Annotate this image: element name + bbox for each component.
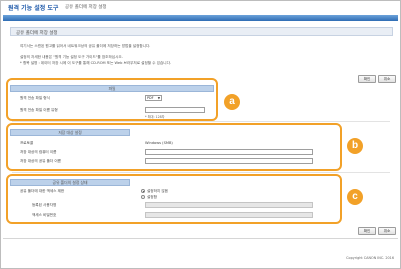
badge-a: a <box>224 94 240 110</box>
chevron-down-icon: ▼ <box>157 96 160 100</box>
app-window: 원격 기능 설정 도구 공유 폴더에 저장 설정 공유 폴더에 저장 설정 여기… <box>0 0 401 269</box>
title-bar <box>3 15 398 21</box>
section-title: 공유 폴더에 저장 설정 <box>16 30 58 36</box>
destination-settings-header: 저장 대상 설정 <box>10 129 130 136</box>
divider <box>12 172 390 173</box>
file-name-label: 원격 전송 파일 이름 유형 <box>20 108 58 112</box>
access-password-input[interactable] <box>145 212 313 218</box>
badge-c: c <box>347 189 363 205</box>
file-type-value: PDF <box>147 96 154 100</box>
footer-divider <box>3 238 398 239</box>
cancel-button-bottom[interactable]: 취소 <box>378 227 396 235</box>
divider <box>12 121 390 122</box>
ok-button-bottom[interactable]: 확인 <box>358 227 376 235</box>
radio-restriction-label: 설정함 <box>147 195 157 199</box>
file-settings-header: 파일 <box>10 85 214 92</box>
section-header: 공유 폴더에 저장 설정 <box>10 27 393 36</box>
app-title: 원격 기능 설정 도구 <box>8 5 59 12</box>
protocol-label: 프로토콜 <box>20 141 34 145</box>
radio-restriction[interactable] <box>141 195 145 199</box>
shared-folder-input[interactable] <box>145 158 313 164</box>
description-line-1: 여기서는 스캔된 원고를 읽어서 네트워크상의 공유 폴더에 저장하는 방법을 … <box>20 44 151 48</box>
access-restriction-label: 공유 폴더에 대한 액세스 제한 <box>20 189 65 193</box>
file-name-hint: * 최대: 128자 <box>145 115 165 119</box>
protocol-value: Windows (SMB) <box>145 141 173 145</box>
file-type-select[interactable]: PDF ▼ <box>145 95 162 101</box>
ok-button-top[interactable]: 확인 <box>358 75 376 83</box>
breadcrumb: 공유 폴더에 저장 설정 <box>65 5 107 10</box>
registered-user-label: 등록된 사용자명 <box>32 203 57 207</box>
description-line-2: 설정의 자세한 내용은 "원격 기능 설정 도구 가이드"를 참조하십시오. <box>20 55 123 59</box>
host-name-input[interactable] <box>145 149 313 155</box>
shared-folder-label: 저장 대상의 공유 폴더 이름 <box>20 159 61 163</box>
folder-access-header: 공유 폴더의 설정 상태 <box>10 179 130 186</box>
copyright: Copyright CANON INC. 2016 <box>346 256 394 260</box>
badge-b: b <box>347 138 363 154</box>
file-type-label: 원격 전송 파일 형식 <box>20 96 50 100</box>
radio-no-restriction-label: 설정하지 않음 <box>147 189 168 193</box>
file-name-input[interactable] <box>145 107 205 113</box>
host-name-label: 저장 대상의 컴퓨터 이름 <box>20 150 57 154</box>
cancel-button-top[interactable]: 취소 <box>378 75 396 83</box>
radio-no-restriction[interactable] <box>141 189 145 193</box>
registered-user-input[interactable] <box>145 202 313 208</box>
access-password-label: 액세스 비밀번호 <box>32 213 57 217</box>
description-line-3: * 항목 설명 : 데이터 저장 시에 이 도구를 통해 CD-ROM 또는 W… <box>20 61 172 65</box>
